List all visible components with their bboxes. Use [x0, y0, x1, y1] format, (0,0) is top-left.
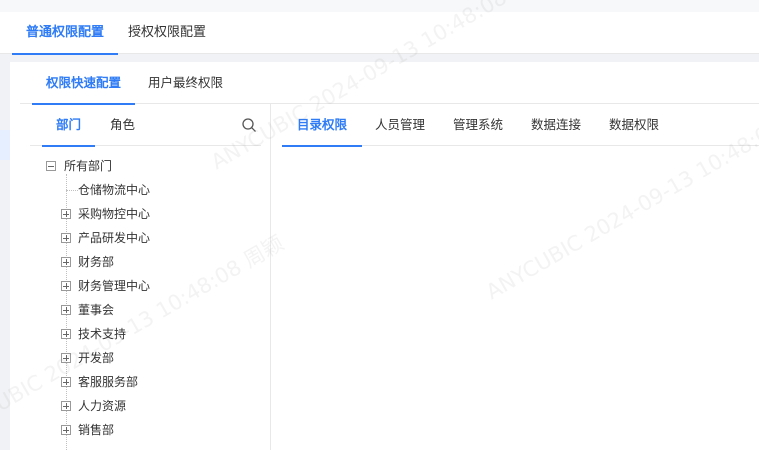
department-panel: 部门 角色 所有部门 仓储物流中心 采购物控中心 产品研发中心 财务部 财务管理… — [20, 104, 271, 450]
tree-node[interactable]: 客服服务部 — [20, 370, 271, 394]
tab-data-permission[interactable]: 数据权限 — [609, 104, 659, 146]
tab-role[interactable]: 角色 — [110, 104, 135, 146]
tab-quick-config[interactable]: 权限快速配置 — [31, 62, 136, 105]
tab-personnel-management[interactable]: 人员管理 — [375, 104, 425, 146]
tab-user-final-permission[interactable]: 用户最终权限 — [148, 62, 223, 104]
tree-node[interactable]: 仓储物流中心 — [20, 178, 271, 202]
tree-node-label: 董事会 — [78, 303, 115, 317]
tree-node-label: 采购物控中心 — [78, 207, 151, 221]
tree-node[interactable]: 董事会 — [20, 298, 271, 322]
tree-node-label: 所有部门 — [64, 159, 113, 173]
panel-tabs: 部门 角色 — [30, 104, 261, 147]
tree-node[interactable]: 开发部 — [20, 346, 271, 370]
tree-node-label: 开发部 — [78, 351, 115, 365]
tree-node[interactable]: 技术支持 — [20, 322, 271, 346]
expand-icon[interactable] — [61, 377, 71, 387]
tree-node[interactable]: 财务部 — [20, 250, 271, 274]
search-icon[interactable] — [241, 117, 257, 133]
tab-management-system[interactable]: 管理系统 — [453, 104, 503, 146]
expand-icon[interactable] — [61, 209, 71, 219]
tree-node-label: 销售部 — [78, 423, 115, 437]
department-tree: 所有部门 仓储物流中心 采购物控中心 产品研发中心 财务部 财务管理中心 董事会… — [20, 154, 271, 450]
expand-icon[interactable] — [61, 281, 71, 291]
main-card: 权限快速配置 用户最终权限 部门 角色 所有部门 仓储物流中心 采购物控中心 产… — [10, 62, 759, 450]
tree-node-label: 财务部 — [78, 255, 115, 269]
tab-data-connection[interactable]: 数据连接 — [531, 104, 581, 146]
expand-icon[interactable] — [61, 353, 71, 363]
expand-icon[interactable] — [61, 329, 71, 339]
permission-panel: 目录权限 人员管理 管理系统 数据连接 数据权限 — [272, 104, 759, 450]
expand-icon[interactable] — [61, 257, 71, 267]
permission-tabs: 目录权限 人员管理 管理系统 数据连接 数据权限 — [281, 104, 759, 147]
tree-node-label: 仓储物流中心 — [78, 183, 151, 197]
side-hint — [0, 130, 10, 160]
tree-node-label: 产品研发中心 — [78, 231, 151, 245]
tab-department[interactable]: 部门 — [41, 104, 96, 147]
top-bar — [0, 0, 759, 12]
tree-node[interactable]: 销售部 — [20, 418, 271, 442]
tree-node[interactable]: 产品研发中心 — [20, 226, 271, 250]
tree-node-label: 人力资源 — [78, 399, 127, 413]
tab-normal-permission-config[interactable]: 普通权限配置 — [11, 12, 119, 55]
tree-node-label: 财务管理中心 — [78, 279, 151, 293]
tree-node[interactable]: 人力资源 — [20, 394, 271, 418]
top-tabs: 普通权限配置 授权权限配置 — [0, 12, 759, 55]
sub-tabs: 权限快速配置 用户最终权限 — [20, 62, 759, 105]
expand-icon[interactable] — [61, 305, 71, 315]
tree-node-label: 客服服务部 — [78, 375, 139, 389]
tree-node-label: 技术支持 — [78, 327, 127, 341]
collapse-icon[interactable] — [46, 161, 56, 171]
expand-icon[interactable] — [61, 425, 71, 435]
expand-icon[interactable] — [61, 401, 71, 411]
tree-node[interactable]: 财务管理中心 — [20, 274, 271, 298]
tab-directory-permission[interactable]: 目录权限 — [281, 104, 363, 147]
expand-icon[interactable] — [61, 233, 71, 243]
tree-node[interactable]: 采购物控中心 — [20, 202, 271, 226]
tree-connector — [66, 190, 78, 191]
tab-authorization-permission-config[interactable]: 授权权限配置 — [128, 12, 206, 54]
